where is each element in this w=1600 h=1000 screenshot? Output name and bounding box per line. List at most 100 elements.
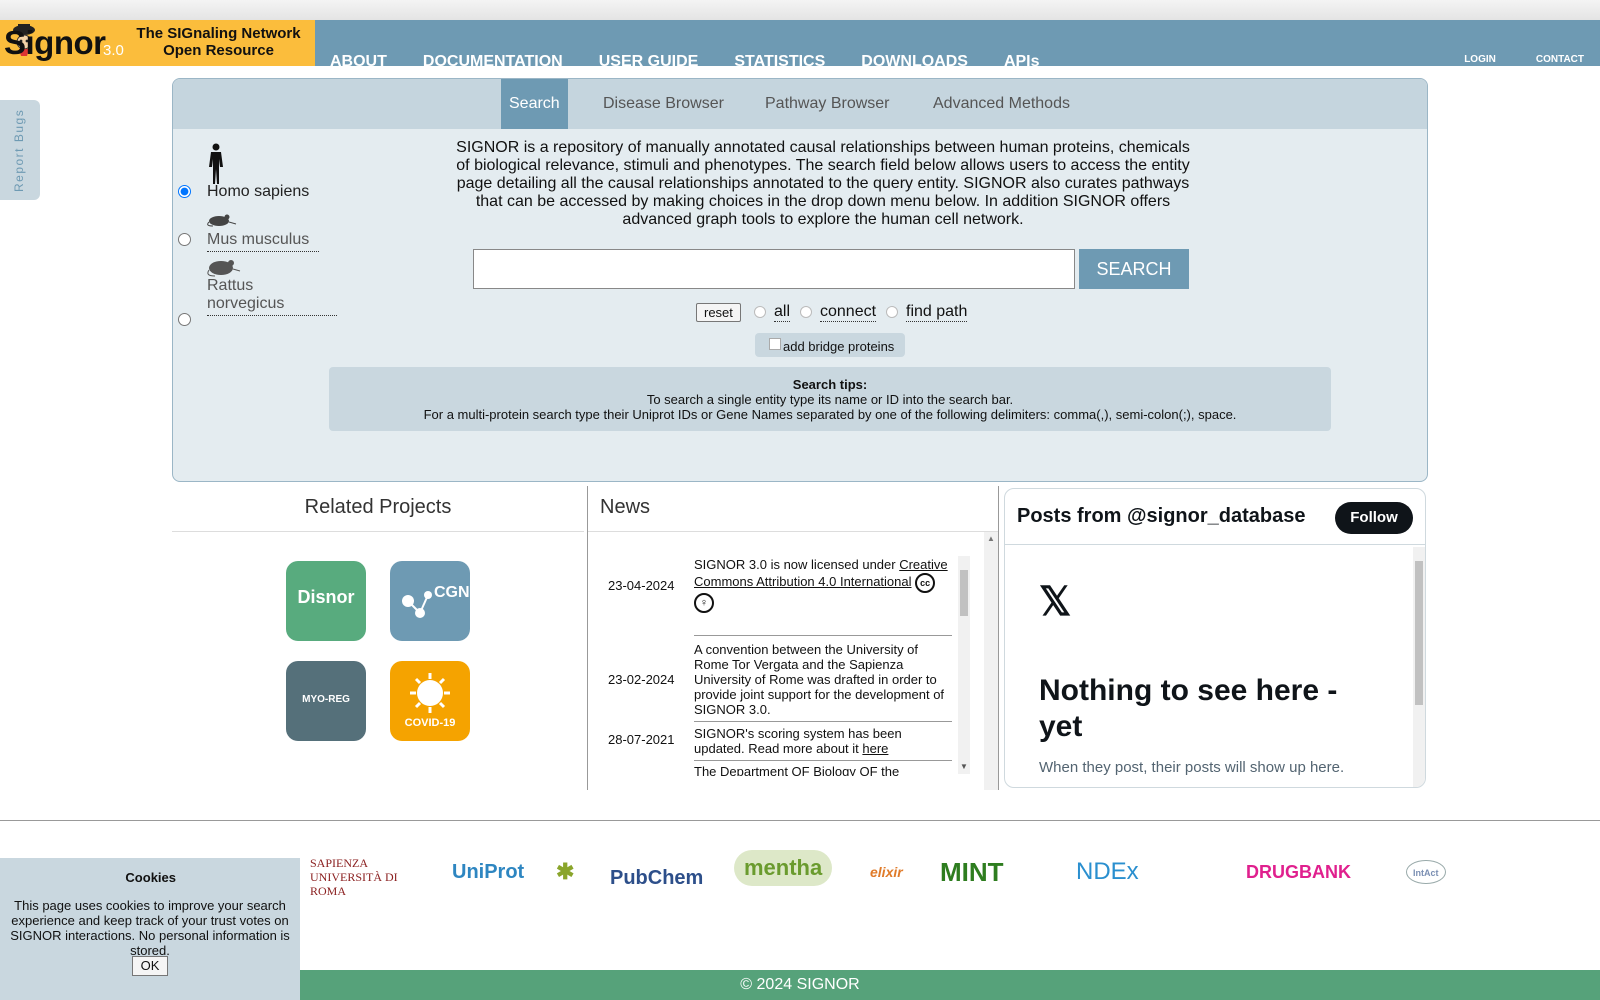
tab-search[interactable]: Search <box>501 79 568 129</box>
news-outer-scrollbar[interactable]: ▲ <box>984 532 998 790</box>
brand-name: Signor <box>4 24 106 61</box>
top-strip <box>0 0 1600 20</box>
partner-sapienza[interactable]: SAPIENZA UNIVERSITÀ DI ROMA <box>310 856 430 900</box>
report-bugs-label: Report Bugs <box>12 108 26 192</box>
news-scroll-thumb[interactable] <box>960 570 968 616</box>
tab-bar: Search Disease Browser Pathway Browser A… <box>173 79 1427 129</box>
tab-advanced-methods[interactable]: Advanced Methods <box>933 79 1070 129</box>
twitter-empty-heading: Nothing to see here - yet <box>1039 674 1338 743</box>
contact-link[interactable]: CONTACT <box>1536 54 1584 65</box>
species-label-mus-musculus: Mus musculus <box>207 231 319 252</box>
nav-user-guide[interactable]: USER GUIDE <box>599 53 699 71</box>
project-cgn[interactable]: CGN <box>390 561 470 641</box>
species-label-rattus-norvegicus: Rattus norvegicus <box>207 277 337 316</box>
news-text: The Department OF Biology OF the <box>694 764 900 776</box>
news-date: 28-07-2021 <box>608 732 675 747</box>
species-radio-mus-musculus[interactable] <box>178 233 191 246</box>
description-text: SIGNOR is a repository of manually annot… <box>456 139 1190 228</box>
partner-bug-icon[interactable]: ✱ <box>556 850 574 894</box>
login-link[interactable]: LOGIN <box>1464 54 1496 65</box>
attribution-icon: ♀ <box>694 593 714 613</box>
news-date: 23-04-2024 <box>608 578 675 593</box>
tagline-line2: Open Resource <box>163 42 274 59</box>
scoring-here-link[interactable]: here <box>862 741 888 756</box>
brand-version: 3.0 <box>103 42 124 59</box>
nav-statistics[interactable]: STATISTICS <box>734 53 825 71</box>
cookies-ok-button[interactable]: OK <box>132 956 168 976</box>
brand-tagline: The SIGnaling Network Open Resource <box>126 25 311 59</box>
project-cgn-label: CGN <box>434 584 470 601</box>
project-disnor-label: Disnor <box>297 587 355 607</box>
tab-disease-browser[interactable]: Disease Browser <box>603 79 724 129</box>
rat-icon <box>207 260 241 277</box>
option-find-path-radio[interactable] <box>886 306 898 318</box>
search-tips-line2: For a multi-protein search type their Un… <box>423 407 1237 422</box>
partner-ndex[interactable]: NDEx <box>1076 850 1139 894</box>
tab-pathway-browser[interactable]: Pathway Browser <box>765 79 890 129</box>
news-text: SIGNOR 3.0 is now licensed under Creativ… <box>694 556 952 636</box>
twitter-scroll-thumb[interactable] <box>1415 561 1423 705</box>
project-covid-19[interactable]: COVID-19 <box>390 661 470 741</box>
brand-logo[interactable]: Signor 3.0 The SIGnaling Network Open Re… <box>0 20 315 66</box>
news-date: 23-02-2024 <box>608 672 675 687</box>
mouse-icon <box>207 214 237 227</box>
option-all-radio[interactable] <box>754 306 766 318</box>
option-find-path-label[interactable]: find path <box>906 303 968 322</box>
partner-drugbank[interactable]: DRUGBANK <box>1246 850 1351 894</box>
species-label-homo-sapiens: Homo sapiens <box>207 183 310 200</box>
related-projects-title: Related Projects <box>172 486 584 532</box>
option-all-label[interactable]: all <box>774 303 791 322</box>
scroll-down-icon[interactable]: ▼ <box>960 762 968 771</box>
nav-downloads[interactable]: DOWNLOADS <box>861 53 968 71</box>
partner-logos: TOR VERGATA SAPIENZA UNIVERSITÀ DI ROMA … <box>160 850 1460 900</box>
option-connect-label[interactable]: connect <box>820 303 877 322</box>
project-covid-19-label: COVID-19 <box>404 717 456 729</box>
partner-pubchem[interactable]: PubChem <box>610 856 703 900</box>
main-nav: ABOUT DOCUMENTATION USER GUIDE STATISTIC… <box>330 53 1040 71</box>
news-list: 23-04-2024 SIGNOR 3.0 is now licensed un… <box>600 556 958 776</box>
cc-icon: cc <box>915 573 936 593</box>
partner-uniprot[interactable]: UniProt <box>452 850 524 894</box>
bridge-proteins-label: add bridge proteins <box>783 339 895 354</box>
bridge-proteins-toggle[interactable]: add bridge proteins <box>755 333 905 357</box>
project-myo-reg[interactable]: MYO-REG <box>286 661 366 741</box>
species-label-norvegicus: norvegicus <box>207 295 285 312</box>
search-button[interactable]: SEARCH <box>1079 249 1189 289</box>
twitter-empty-text: When they post, their posts will show up… <box>1039 759 1345 776</box>
species-radio-rattus-norvegicus[interactable] <box>178 313 191 326</box>
bridge-proteins-checkbox[interactable] <box>769 338 781 350</box>
network-icon <box>402 591 432 618</box>
cookies-title: Cookies <box>125 870 176 885</box>
nav-about[interactable]: ABOUT <box>330 53 387 71</box>
news-text-body: SIGNOR 3.0 is now licensed under <box>694 557 900 572</box>
partner-mentha[interactable]: mentha <box>734 850 833 886</box>
search-tips-line1: To search a single entity type its name … <box>646 392 1014 407</box>
news-scrollbar[interactable]: ▼ <box>958 556 970 774</box>
cookies-banner: Cookies This page uses cookies to improv… <box>0 858 300 1000</box>
species-label-rattus: Rattus <box>207 277 254 294</box>
twitter-title: Posts from @signor_database <box>1017 505 1306 527</box>
twitter-embed: Posts from @signor_database Follow 𝕏 Not… <box>1004 488 1426 788</box>
species-radio-homo-sapiens[interactable] <box>178 185 191 198</box>
news-title: News <box>588 486 998 532</box>
search-input[interactable] <box>473 249 1075 289</box>
twitter-header: Posts from @signor_database Follow <box>1005 489 1425 545</box>
partner-mint[interactable]: MINT <box>940 850 1004 894</box>
human-icon <box>209 143 223 184</box>
option-connect-radio[interactable] <box>800 306 812 318</box>
news-text: A convention between the University of R… <box>694 642 952 722</box>
reset-button[interactable]: reset <box>696 303 741 322</box>
partner-intact[interactable]: IntAct <box>1406 860 1446 884</box>
nav-apis[interactable]: APIs <box>1004 53 1040 71</box>
twitter-scrollbar[interactable] <box>1413 547 1425 787</box>
report-bugs-tab[interactable]: Report Bugs <box>0 100 40 200</box>
account-nav: LOGIN CONTACT <box>1464 54 1584 65</box>
partner-elixir[interactable]: elixir <box>870 850 903 894</box>
related-projects: Related Projects Disnor CGN MYO-REG COVI… <box>172 486 584 790</box>
news-text: SIGNOR's scoring system has been updated… <box>694 726 952 761</box>
scroll-up-icon[interactable]: ▲ <box>987 534 995 543</box>
partners-divider <box>0 820 1600 821</box>
nav-documentation[interactable]: DOCUMENTATION <box>423 53 563 71</box>
project-disnor[interactable]: Disnor <box>286 561 366 641</box>
follow-button[interactable]: Follow <box>1335 502 1413 534</box>
